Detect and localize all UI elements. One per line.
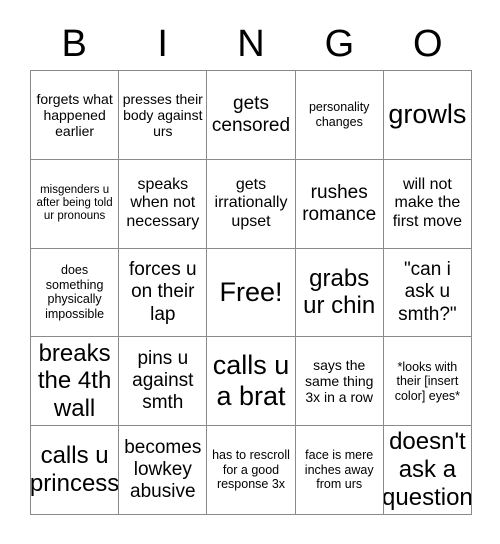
bingo-cell[interactable]: gets irrationally upset — [207, 159, 296, 249]
bingo-cell[interactable]: growls — [383, 71, 472, 160]
bingo-cell[interactable]: misgenders u after being told ur pronoun… — [31, 159, 120, 249]
bingo-cell[interactable]: will not make the first move — [383, 159, 472, 249]
bingo-cell[interactable]: forces u on their lap — [119, 248, 208, 338]
header-letter-o: O — [413, 23, 443, 65]
bingo-cell[interactable]: rushes romance — [295, 159, 384, 249]
bingo-cell-free-space[interactable]: Free! — [207, 248, 296, 338]
header-letter-g: G — [324, 23, 355, 65]
bingo-header-row: B I N G O — [30, 18, 472, 70]
bingo-cell[interactable]: does something physically impossible — [31, 248, 120, 338]
bingo-cell[interactable]: presses their body against urs — [119, 71, 208, 160]
bingo-cell[interactable]: gets censored — [207, 71, 296, 160]
bingo-cell[interactable]: face is mere inches away from urs — [295, 426, 384, 515]
bingo-cell[interactable]: breaks the 4th wall — [31, 337, 120, 427]
bingo-cell[interactable]: personality changes — [295, 71, 384, 160]
bingo-cell[interactable]: forgets what happened earlier — [31, 71, 120, 160]
bingo-cell[interactable]: doesn't ask a question — [383, 426, 472, 515]
bingo-cell[interactable]: "can i ask u smth?" — [383, 248, 472, 338]
bingo-cell[interactable]: grabs ur chin — [295, 248, 384, 338]
header-letter-i: I — [157, 23, 168, 65]
bingo-cell[interactable]: becomes lowkey abusive — [119, 426, 208, 515]
bingo-cell[interactable]: has to rescroll for a good response 3x — [207, 426, 296, 515]
bingo-cell[interactable]: says the same thing 3x in a row — [295, 337, 384, 427]
bingo-cell[interactable]: speaks when not necessary — [119, 159, 208, 249]
bingo-cell[interactable]: pins u against smth — [119, 337, 208, 427]
bingo-cell[interactable]: *looks with their [insert color] eyes* — [383, 337, 472, 427]
header-letter-b: B — [61, 23, 87, 65]
header-letter-n: N — [237, 23, 265, 65]
bingo-cell[interactable]: calls u princess — [31, 426, 120, 515]
bingo-card: B I N G O forgets what happened earlier … — [0, 0, 500, 544]
bingo-cell[interactable]: calls u a brat — [207, 337, 296, 427]
bingo-grid: forgets what happened earlier presses th… — [30, 70, 472, 515]
